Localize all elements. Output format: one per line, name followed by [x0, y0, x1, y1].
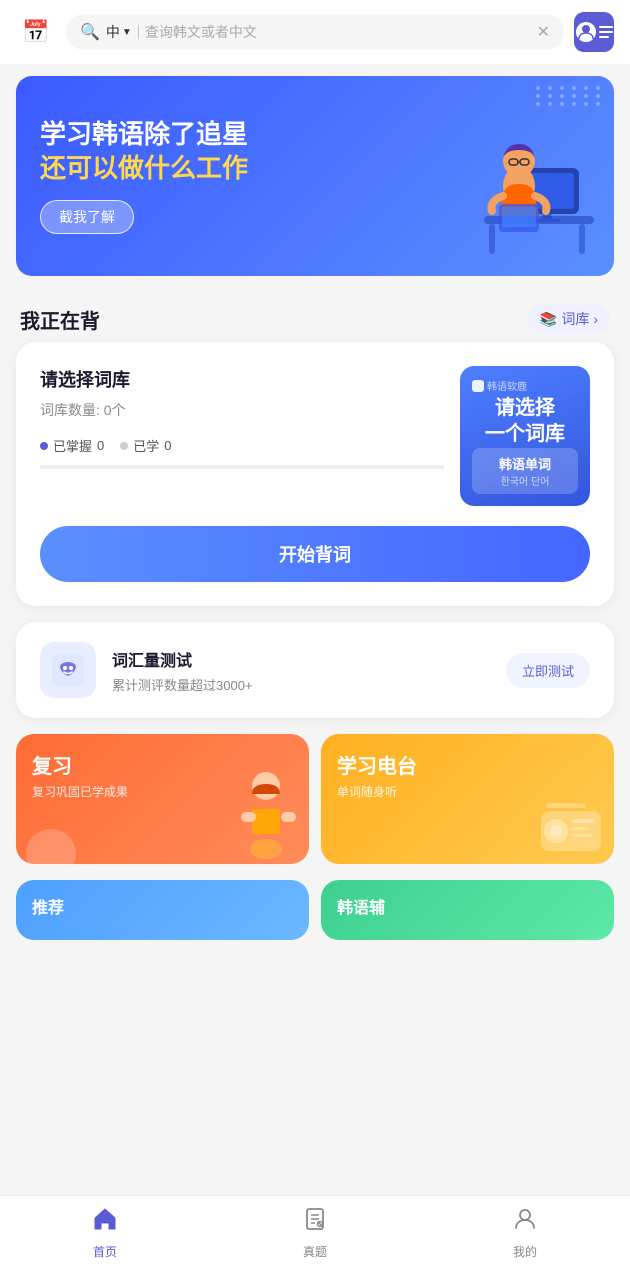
korean-assist-card[interactable]: 韩语辅 [321, 880, 614, 940]
stat-learned: 已学 0 [120, 436, 171, 455]
test-title: 词汇量测试 [112, 647, 490, 671]
nav-exam[interactable]: 真题 [302, 1206, 328, 1260]
wordbook-link-label: 词库 [561, 309, 589, 329]
start-button[interactable]: 开始背词 [40, 526, 590, 582]
top-bar: 📅 🔍 中 ▼ 查询韩文或者中文 ✕ [0, 0, 630, 64]
word-book-line1: 请选择 [485, 395, 565, 421]
nav-home-label: 首页 [93, 1243, 117, 1260]
radio-card-title: 学习电台 [337, 750, 598, 779]
stat-mastered-value: 0 [97, 438, 104, 453]
stat-mastered-label: 已掌握 [53, 436, 92, 455]
word-book-main-text: 请选择 一个词库 [485, 395, 565, 447]
word-card-count: 词库数量: 0个 [40, 400, 444, 420]
search-bar[interactable]: 🔍 中 ▼ 查询韩文或者中文 ✕ [66, 14, 564, 50]
search-clear-icon[interactable]: ✕ [537, 22, 550, 42]
wordbook-link[interactable]: 📚 词库 › [528, 304, 610, 334]
nav-profile-label: 我的 [513, 1243, 537, 1260]
menu-lines [599, 26, 613, 38]
test-card: 词汇量测试 累计测评数量超过3000+ 立即测试 [16, 622, 614, 718]
home-icon [92, 1206, 118, 1239]
word-book-line2: 一个词库 [485, 421, 565, 447]
banner-title: 学习韩语除了追星 [40, 118, 590, 152]
stat-dot-learned [120, 442, 128, 450]
word-book-app-label: 韩语软鹿 [472, 378, 527, 393]
test-desc: 累计测评数量超过3000+ [112, 675, 490, 694]
banner-text: 学习韩语除了追星 还可以做什么工作 截我了解 [40, 118, 590, 234]
wordbook-link-icon: 📚 [540, 311, 557, 328]
bottom-nav: 首页 真题 我的 [0, 1195, 630, 1280]
search-divider [138, 25, 139, 39]
word-card-text: 请选择词库 词库数量: 0个 已掌握 0 已学 0 [40, 366, 444, 469]
avatar-icon [576, 22, 596, 42]
korean-assist-label: 韩语辅 [321, 880, 614, 932]
nav-exam-label: 真题 [303, 1243, 327, 1260]
search-icon: 🔍 [80, 22, 100, 42]
stat-dot-mastered [40, 442, 48, 450]
exam-icon [302, 1206, 328, 1239]
word-book-korean-sub: 한국어 단어 [482, 473, 568, 488]
radio-card-subtitle: 单词随身听 [337, 783, 598, 800]
calendar-icon[interactable]: 📅 [16, 12, 56, 52]
nav-profile[interactable]: 我的 [512, 1206, 538, 1260]
review-card-circle [26, 829, 76, 864]
section-title: 我正在背 [20, 305, 100, 334]
review-illustration [211, 764, 301, 864]
word-book-preview[interactable]: 韩语软鹿 请选择 一个词库 韩语单词 한국어 단어 [460, 366, 590, 506]
search-lang[interactable]: 中 ▼ [106, 22, 132, 42]
recommend-label: 推荐 [16, 880, 309, 932]
nav-home[interactable]: 首页 [92, 1206, 118, 1260]
word-book-korean-label: 韩语单词 [482, 454, 568, 473]
avatar-btn[interactable] [574, 12, 614, 52]
review-card[interactable]: 复习 复习巩固已学成果 [16, 734, 309, 864]
wordbook-link-arrow: › [593, 311, 598, 327]
radio-illustration [536, 801, 606, 856]
word-card-inner: 请选择词库 词库数量: 0个 已掌握 0 已学 0 韩语软鹿 [40, 366, 590, 506]
progress-bar [40, 465, 444, 469]
word-card-stats: 已掌握 0 已学 0 [40, 436, 444, 455]
word-card: 请选择词库 词库数量: 0个 已掌握 0 已学 0 韩语软鹿 [16, 342, 614, 606]
radio-card[interactable]: 学习电台 单词随身听 [321, 734, 614, 864]
profile-icon [512, 1206, 538, 1239]
banner: 学习韩语除了追星 还可以做什么工作 截我了解 [16, 76, 614, 276]
search-placeholder: 查询韩文或者中文 [145, 22, 531, 42]
test-info: 词汇量测试 累计测评数量超过3000+ [112, 647, 490, 694]
test-button[interactable]: 立即测试 [506, 653, 590, 688]
test-icon [40, 642, 96, 698]
grid-cards: 复习 复习巩固已学成果 学习电台 单词随身听 [16, 734, 614, 864]
word-book-app-icon [472, 380, 484, 392]
word-book-bottom: 韩语单词 한국어 단어 [472, 448, 578, 494]
stat-mastered: 已掌握 0 [40, 436, 104, 455]
recommend-card[interactable]: 推荐 [16, 880, 309, 940]
stat-learned-value: 0 [164, 438, 171, 453]
banner-subtitle: 还可以做什么工作 [40, 152, 590, 186]
banner-button[interactable]: 截我了解 [40, 200, 134, 234]
stat-learned-label: 已学 [133, 436, 159, 455]
section-header: 我正在背 📚 词库 › [0, 288, 630, 342]
word-card-label: 请选择词库 [40, 366, 444, 392]
partial-cards: 推荐 韩语辅 [16, 880, 614, 940]
